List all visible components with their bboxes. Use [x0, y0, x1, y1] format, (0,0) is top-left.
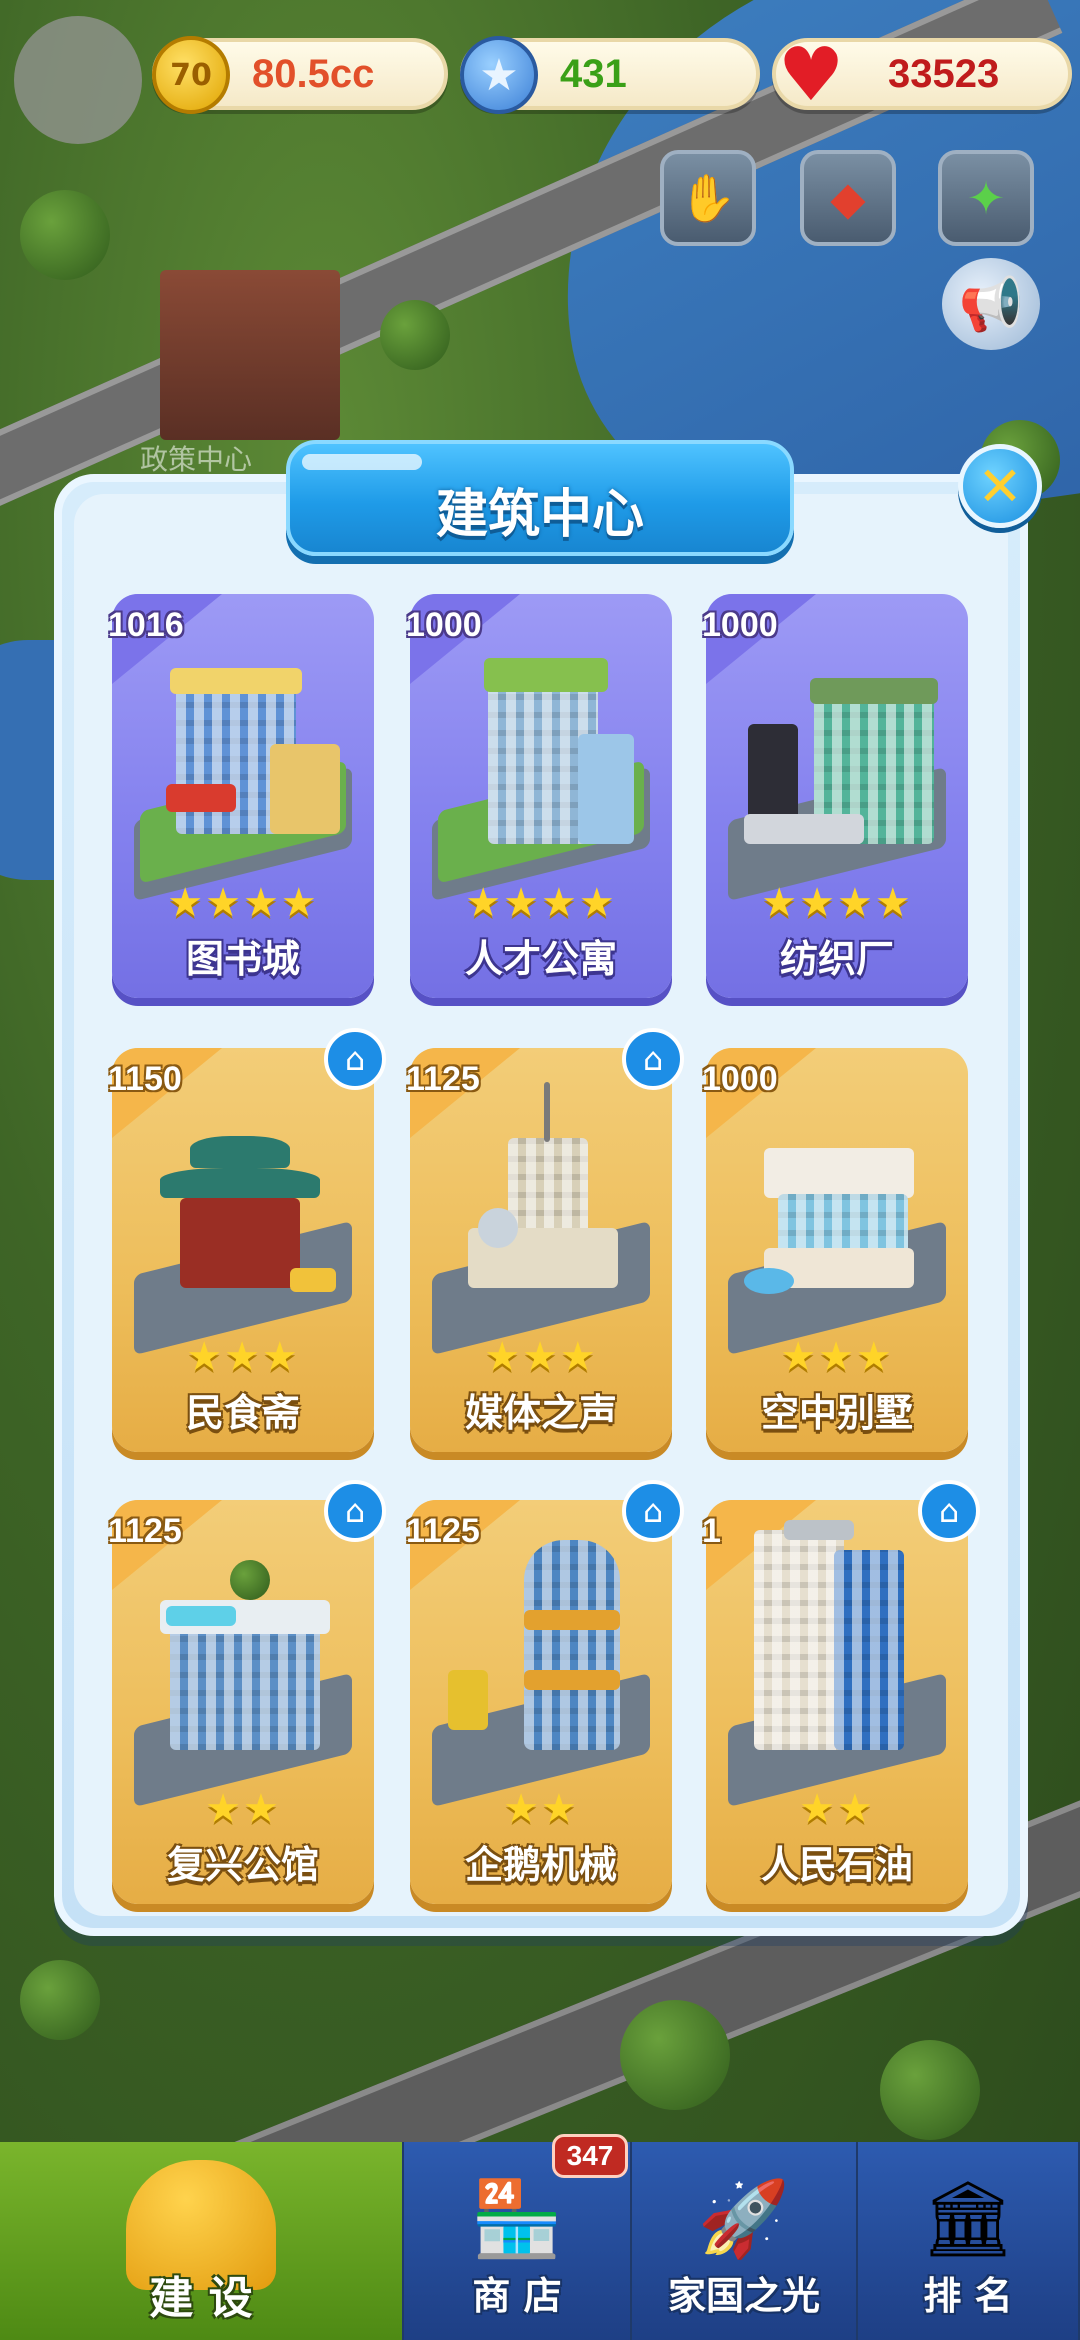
- nav-shop[interactable]: 347 🏪 商 店: [404, 2134, 632, 2340]
- star-rating: ★★: [799, 1786, 875, 1832]
- card-number: 1125: [406, 1512, 480, 1550]
- building-card[interactable]: 1000 ★★★★ 纺织厂: [702, 594, 968, 998]
- announcement-button[interactable]: 📢: [942, 258, 1040, 350]
- card-number: 1016: [108, 606, 184, 644]
- star-rating: ★★★★: [167, 880, 319, 926]
- star-counter[interactable]: ★ 431: [460, 36, 760, 114]
- building-card[interactable]: 1125 ★★★ 媒体之声 ⌂: [406, 1028, 684, 1452]
- building-card[interactable]: 1125 ★★ 企鹅机械 ⌂: [406, 1480, 684, 1904]
- dialog-title-banner: 建筑中心: [286, 440, 794, 556]
- card-number: 1000: [702, 606, 778, 644]
- banner-shine: [302, 454, 422, 470]
- building-name: 人才公寓: [464, 937, 617, 981]
- home-badge-icon: ⌂: [324, 1028, 386, 1090]
- card-number: 1125: [108, 1512, 182, 1550]
- handshake-button[interactable]: ✋: [660, 150, 756, 246]
- event-button[interactable]: ◆: [800, 150, 896, 246]
- building-card[interactable]: 1 ★★ 人民石油 ⌂: [702, 1480, 980, 1904]
- star-rating: ★★★: [186, 1334, 300, 1380]
- tree: [620, 2000, 730, 2110]
- blue-star-icon: ★: [460, 36, 538, 114]
- bottom-navigation: 建 设 347 🏪 商 店 🚀 家国之光 🏛 排 名: [0, 2134, 1080, 2340]
- nav-rank[interactable]: 🏛 排 名: [858, 2142, 1080, 2340]
- star-rating: ★★★: [780, 1334, 894, 1380]
- nav-rank-label: 排 名: [923, 2274, 1013, 2318]
- megaphone-icon: 📢: [958, 274, 1024, 335]
- building-card[interactable]: 1000 ★★★★ 人才公寓: [406, 594, 672, 998]
- tree: [880, 2040, 980, 2140]
- tree: [380, 300, 450, 370]
- coin-counter[interactable]: 70 80.5cc: [152, 36, 448, 114]
- nav-build[interactable]: 建 设: [0, 2142, 404, 2340]
- star-rating: ★★★★: [761, 880, 913, 926]
- building-image: [724, 1098, 950, 1356]
- rocket-icon: 🚀: [697, 2175, 791, 2262]
- trophy-building-icon: 🏛: [921, 2175, 1015, 2262]
- card-number: 1000: [702, 1060, 778, 1098]
- building-image: [130, 1098, 356, 1356]
- building-image: [428, 1082, 654, 1356]
- building-name: 空中别墅: [760, 1391, 913, 1435]
- star-rating: ★★: [205, 1786, 281, 1832]
- building-name: 复兴公馆: [166, 1843, 319, 1887]
- home-badge-icon: ⌂: [622, 1480, 684, 1542]
- card-number: 1150: [108, 1060, 182, 1098]
- coin-icon: 70: [152, 36, 230, 114]
- home-badge-icon: ⌂: [918, 1480, 980, 1542]
- heart-counter[interactable]: ♥ 33523: [772, 32, 1072, 118]
- policy-center-label: 政策中心: [140, 443, 253, 476]
- building-image: [724, 1520, 950, 1808]
- handshake-icon: ✋: [679, 170, 737, 225]
- dialog-title: 建筑中心: [435, 485, 644, 545]
- star-rating: ★★: [503, 1786, 579, 1832]
- shop-icon: 🏪: [470, 2175, 564, 2262]
- close-button[interactable]: ✕: [958, 444, 1042, 528]
- building-card[interactable]: 1000 ★★★ 空中别墅: [702, 1048, 968, 1452]
- star-rating: ★★★★: [465, 880, 617, 926]
- star-value: 431: [560, 52, 627, 96]
- home-badge-icon: ⌂: [622, 1028, 684, 1090]
- close-icon: ✕: [977, 454, 1023, 518]
- building-image: [130, 1550, 356, 1808]
- building-name: 企鹅机械: [464, 1843, 617, 1887]
- building-name: 图书城: [185, 937, 300, 981]
- home-badge-icon: ⌂: [324, 1480, 386, 1542]
- card-number: 1: [702, 1512, 721, 1550]
- building-card[interactable]: 1150 ★★★ 民食斋 ⌂: [108, 1028, 386, 1452]
- runner-icon: ✦: [966, 171, 1006, 225]
- heart-icon: ♥: [777, 32, 845, 118]
- nav-build-label: 建 设: [149, 2273, 253, 2324]
- nav-shop-label: 商 店: [472, 2274, 562, 2318]
- building-name: 民食斋: [185, 1391, 300, 1435]
- building-image: [428, 1540, 654, 1808]
- building-image: [428, 644, 654, 902]
- building-image: [130, 644, 356, 902]
- building-name: 媒体之声: [464, 1391, 617, 1435]
- heart-value: 33523: [888, 52, 1000, 96]
- nav-home-country[interactable]: 🚀 家国之光: [632, 2142, 858, 2340]
- tree: [20, 1960, 100, 2040]
- card-number: 1000: [406, 606, 482, 644]
- building-card[interactable]: 1125 ★★ 复兴公馆 ⌂: [108, 1480, 386, 1904]
- building-name: 纺织厂: [779, 937, 894, 981]
- nav-home-label: 家国之光: [667, 2274, 820, 2318]
- building-card[interactable]: 1016 ★★★★ 图书城: [108, 594, 374, 998]
- player-avatar[interactable]: [14, 16, 142, 144]
- building-image: [724, 644, 950, 902]
- star-rating: ★★★: [484, 1334, 598, 1380]
- tree: [20, 190, 110, 280]
- policy-center-building[interactable]: [160, 270, 340, 440]
- activity-button[interactable]: ✦: [938, 150, 1034, 246]
- card-number: 1125: [406, 1060, 480, 1098]
- coin-value: 80.5cc: [252, 52, 375, 96]
- character-icon: ◆: [830, 171, 866, 225]
- building-name: 人民石油: [760, 1843, 913, 1887]
